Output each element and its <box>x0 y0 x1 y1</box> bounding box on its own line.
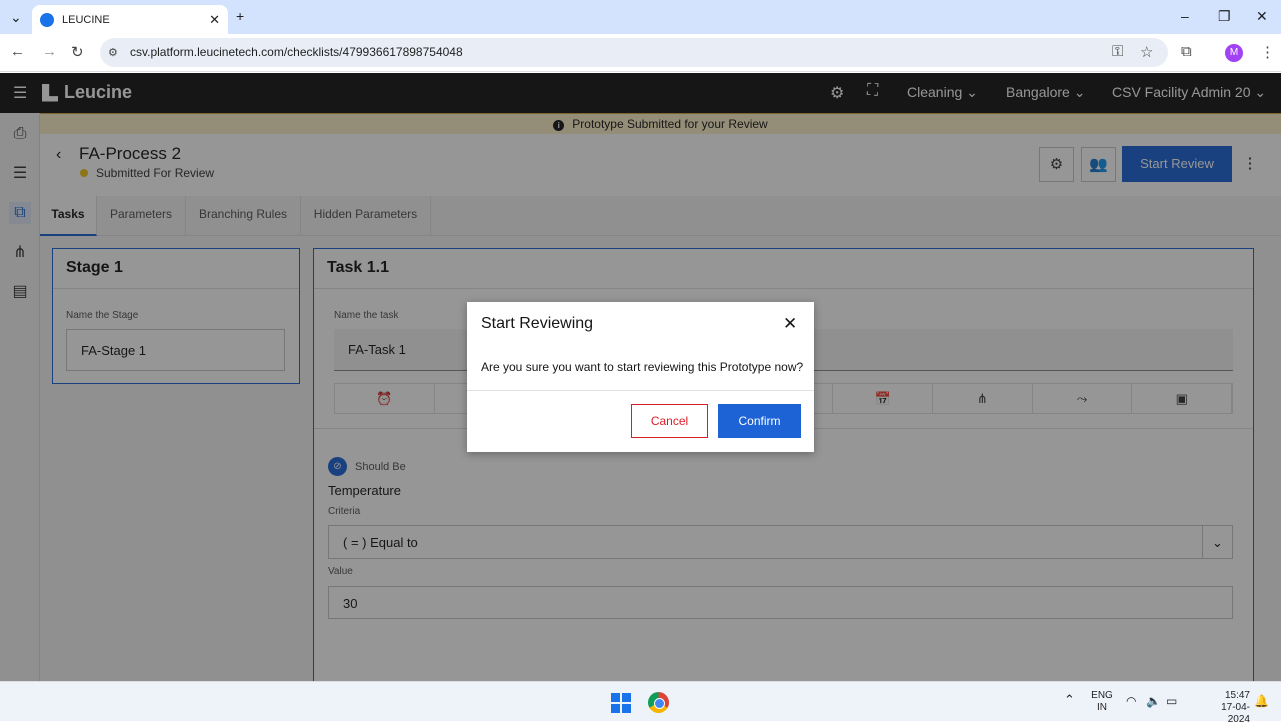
chrome-taskbar-icon[interactable] <box>648 692 669 713</box>
windows-start-icon[interactable] <box>611 693 631 713</box>
cancel-button[interactable]: Cancel <box>631 404 708 438</box>
browser-menu-icon[interactable]: ⋮ <box>1260 43 1275 61</box>
reload-icon[interactable]: ↻ <box>71 43 84 61</box>
browser-tab-strip: ⌄ LEUCINE ✕ + – ❐ ✕ <box>0 0 1281 34</box>
start-reviewing-modal: Start Reviewing ✕ Are you sure you want … <box>467 302 814 452</box>
browser-tab[interactable]: LEUCINE ✕ <box>32 5 228 34</box>
forward-icon[interactable]: → <box>42 43 57 60</box>
region-code: IN <box>1097 702 1107 713</box>
bookmark-star-icon[interactable]: ☆ <box>1140 43 1153 61</box>
password-key-icon[interactable]: ⚿ <box>1112 43 1123 60</box>
show-hidden-icons-icon[interactable]: ⌃ <box>1064 693 1075 706</box>
notification-bell-icon[interactable]: 🔔 <box>1254 695 1269 707</box>
leucine-favicon-icon <box>40 12 54 27</box>
back-icon[interactable]: ← <box>10 43 25 60</box>
close-window-icon[interactable]: ✕ <box>1256 8 1268 25</box>
site-info-icon[interactable]: ⚙ <box>108 46 118 59</box>
browser-tab-title: LEUCINE <box>62 13 110 26</box>
battery-icon[interactable]: ▭ <box>1166 695 1177 707</box>
profile-avatar[interactable]: M <box>1225 44 1243 62</box>
wifi-icon[interactable]: ◠ <box>1126 695 1136 707</box>
tab-search-icon[interactable]: ⌄ <box>10 9 22 26</box>
speaker-icon[interactable]: 🔈 <box>1146 695 1161 707</box>
modal-title: Start Reviewing <box>481 315 594 332</box>
language-code: ENG <box>1091 690 1113 701</box>
url-text: csv.platform.leucinetech.com/checklists/… <box>130 45 463 59</box>
extensions-icon[interactable]: ⧉ <box>1181 43 1192 60</box>
language-indicator[interactable]: ENG IN <box>1090 690 1114 714</box>
modal-message: Are you sure you want to start reviewing… <box>481 360 804 374</box>
close-tab-icon[interactable]: ✕ <box>209 12 220 28</box>
divider <box>467 390 814 391</box>
address-bar[interactable]: csv.platform.leucinetech.com/checklists/… <box>100 38 1168 67</box>
clock-time: 15:47 <box>1224 690 1250 701</box>
os-taskbar: ⌃ ENG IN ◠ 🔈 ▭ 15:47 17-04-2024 🔔 <box>0 681 1281 725</box>
clock-date: 17-04-2024 <box>1221 702 1250 725</box>
confirm-button[interactable]: Confirm <box>718 404 801 438</box>
new-tab-icon[interactable]: + <box>236 8 244 24</box>
maximize-window-icon[interactable]: ❐ <box>1218 8 1231 25</box>
browser-toolbar: ← → ↻ csv.platform.leucinetech.com/check… <box>0 34 1281 72</box>
close-icon[interactable]: ✕ <box>783 314 797 334</box>
minimize-window-icon[interactable]: – <box>1181 8 1189 24</box>
